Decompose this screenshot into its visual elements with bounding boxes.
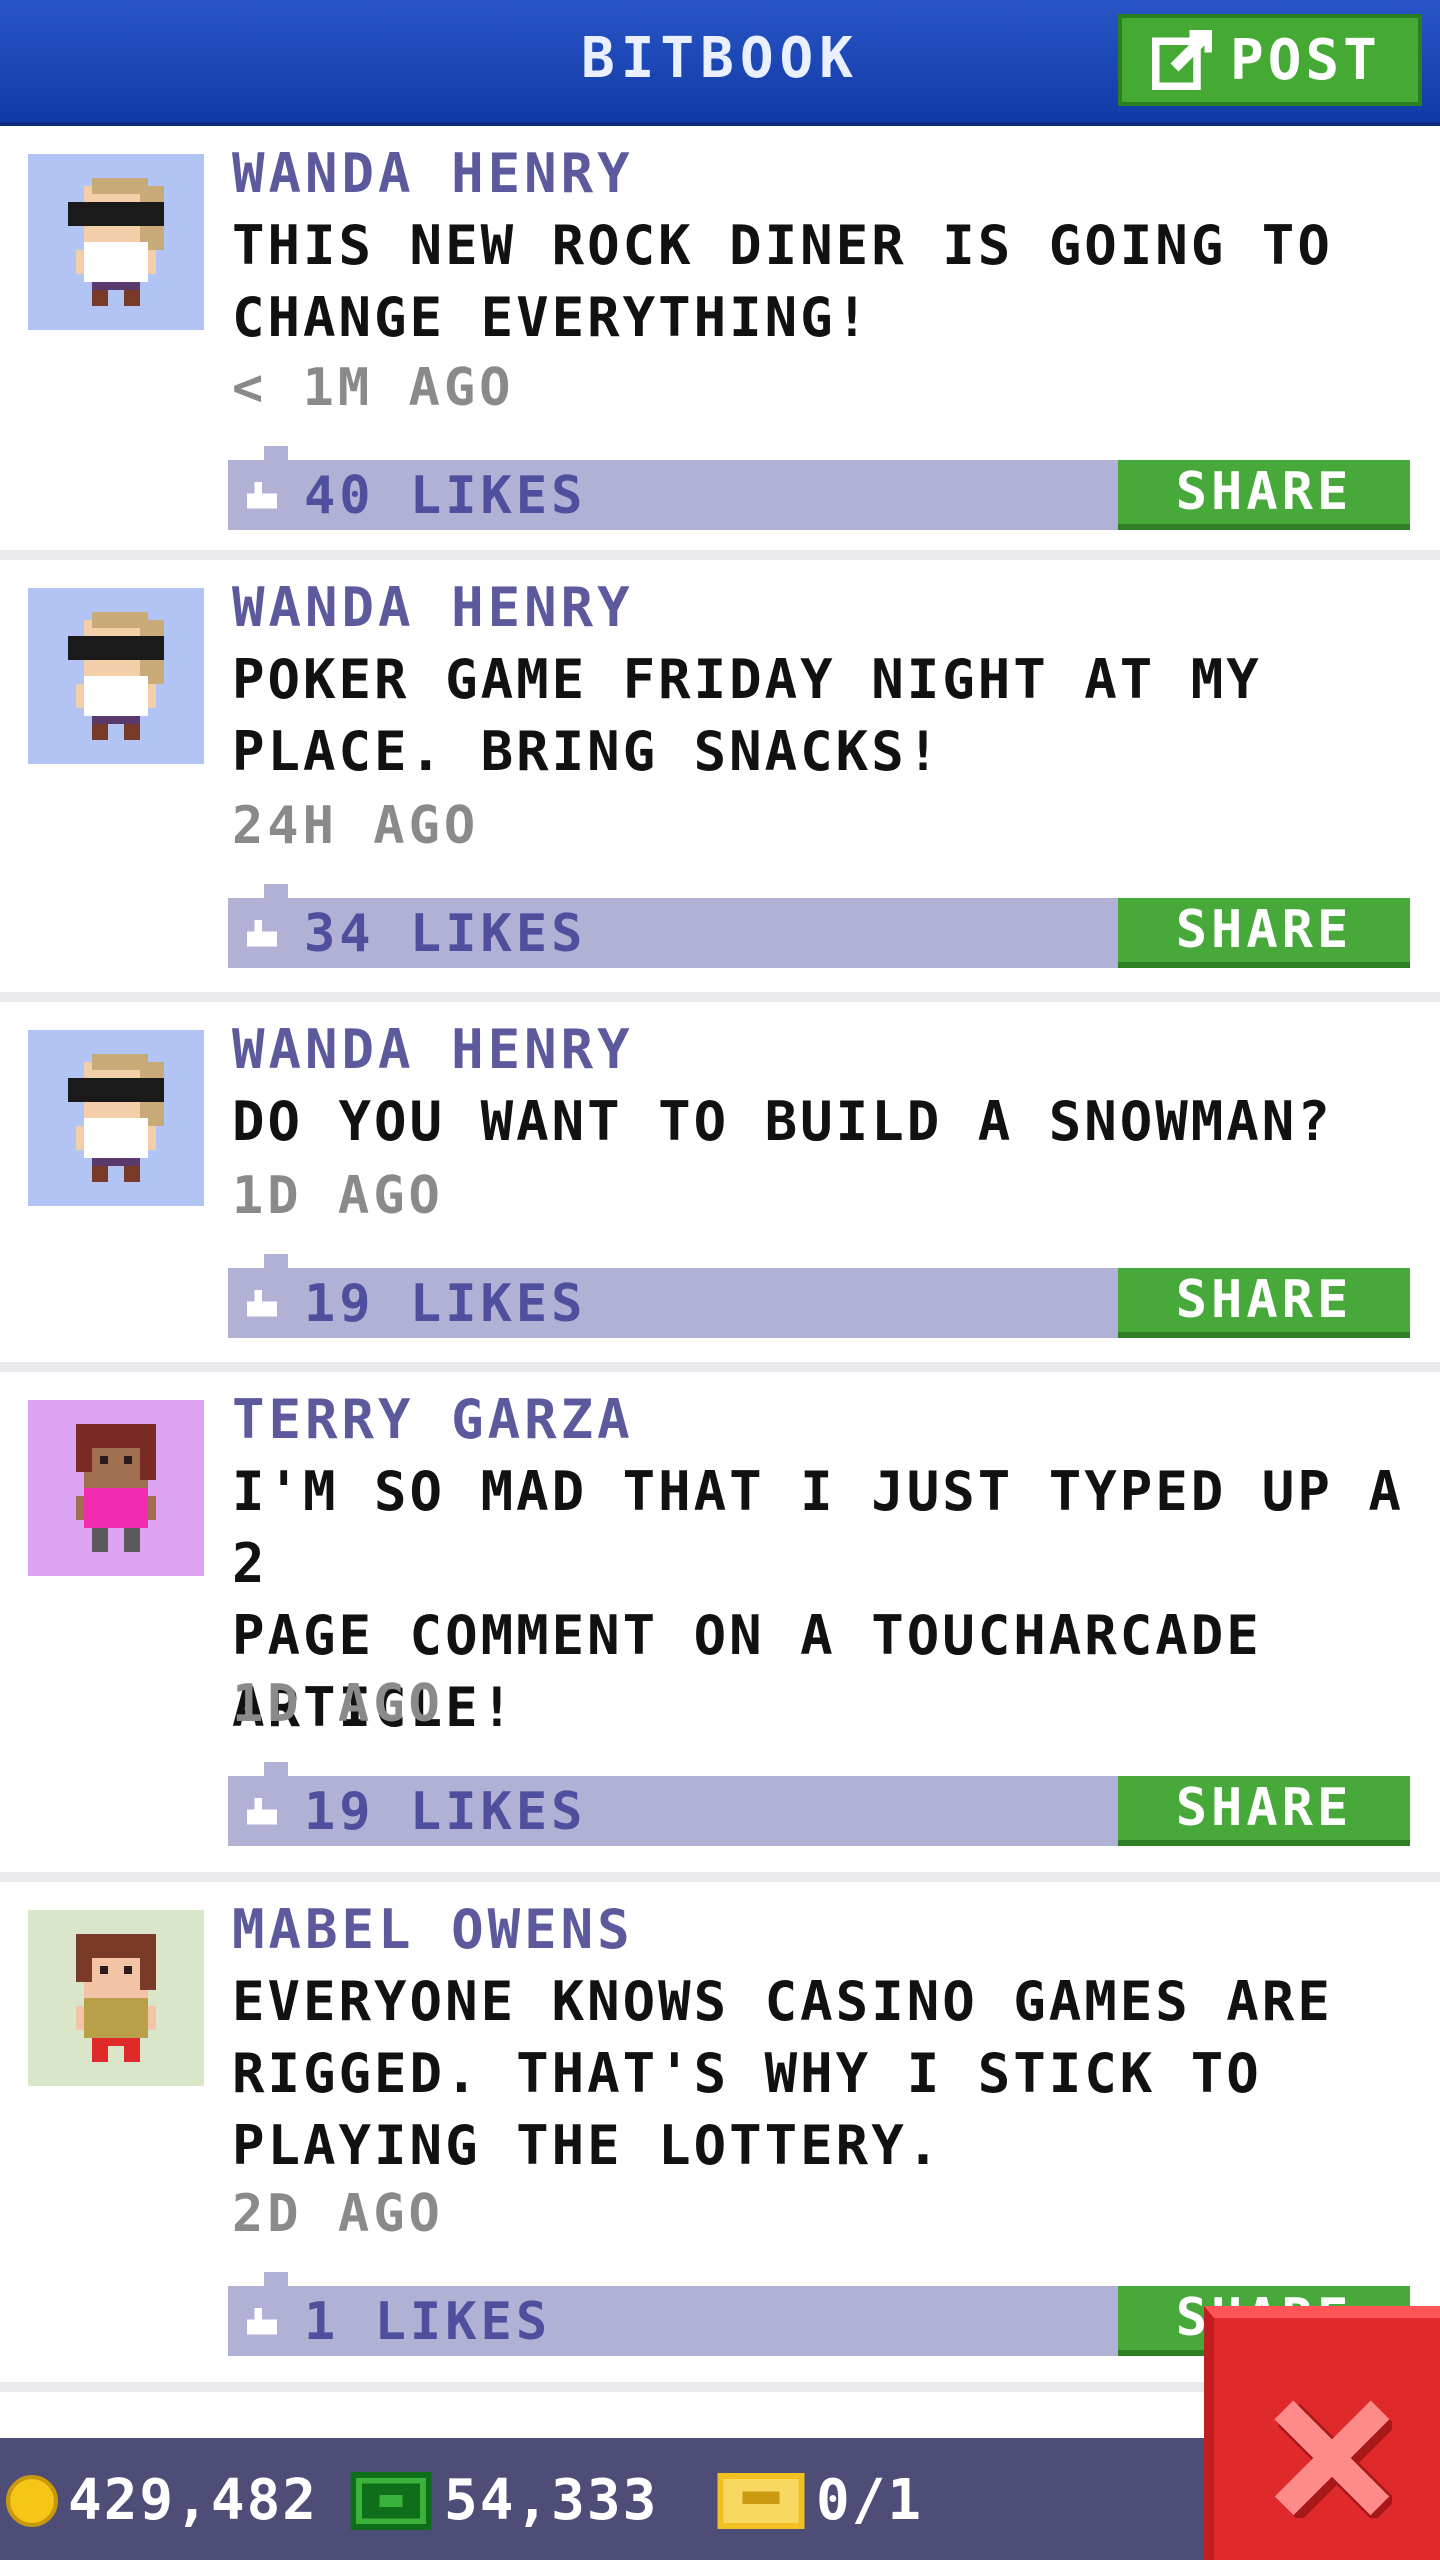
post-text: POKER GAME FRIDAY NIGHT AT MY PLACE. BRI… [232, 644, 1422, 788]
post-timestamp: < 1M AGO [232, 358, 515, 418]
post-author[interactable]: TERRY GARZA [232, 1388, 634, 1451]
post-text-line: PLACE. BRING SNACKS! [232, 720, 943, 783]
likes-bar-tab [264, 2272, 288, 2286]
post-text-line: DO YOU WANT TO BUILD A SNOWMAN? [232, 1090, 1333, 1153]
post-item: TERRY GARZA I'M SO MAD THAT I JUST TYPED… [0, 1372, 1440, 1882]
likes-bar-tab [264, 446, 288, 460]
share-button[interactable]: SHARE [1118, 1776, 1410, 1846]
wanda-avatar[interactable] [28, 154, 204, 330]
ticket-icon [717, 2472, 805, 2529]
post-text-line: POKER GAME FRIDAY NIGHT AT MY [232, 648, 1262, 711]
tickets-stat: 0/1 [716, 2468, 923, 2533]
close-button[interactable] [1204, 2306, 1440, 2560]
likes-bar-tab [264, 1254, 288, 1268]
bux-stat: 54,333 [348, 2468, 658, 2533]
post-text-line: RIGGED. THAT'S WHY I STICK TO [232, 2042, 1262, 2105]
likes-count: 40 LIKES [304, 466, 587, 526]
coins-count: 429,482 [68, 2468, 319, 2533]
post-item: WANDA HENRY THIS NEW ROCK DINER IS GOING… [0, 126, 1440, 560]
likes-bar: 34 LIKES SHARE [228, 884, 1410, 968]
post-text-line: I'M SO MAD THAT I JUST TYPED UP A 2 [232, 1460, 1404, 1595]
tickets-count: 0/1 [816, 2468, 924, 2533]
post-author[interactable]: WANDA HENRY [232, 576, 634, 639]
post-button[interactable]: POST [1118, 14, 1422, 106]
bux-icon [350, 2471, 432, 2530]
share-button[interactable]: SHARE [1118, 898, 1410, 968]
close-icon [1274, 2400, 1392, 2518]
thumbs-up-icon[interactable] [242, 920, 282, 950]
post-author[interactable]: WANDA HENRY [232, 1018, 634, 1081]
coins-stat: 429,482 [6, 2468, 318, 2533]
share-button[interactable]: SHARE [1118, 1268, 1410, 1338]
wanda-avatar[interactable] [28, 588, 204, 764]
post-timestamp: 2D AGO [232, 2184, 444, 2244]
terry-avatar[interactable] [28, 1400, 204, 1576]
post-text-line: PAGE COMMENT ON A TOUCHARCADE [232, 1604, 1262, 1667]
coin-icon [6, 2474, 58, 2527]
compose-icon [1152, 30, 1212, 90]
post-text: THIS NEW ROCK DINER IS GOING TO CHANGE E… [232, 210, 1422, 354]
likes-bar: 19 LIKES SHARE [228, 1254, 1410, 1338]
post-text-line: THIS NEW ROCK DINER IS GOING TO [232, 214, 1333, 277]
likes-count: 1 LIKES [304, 2292, 552, 2352]
likes-count: 19 LIKES [304, 1274, 587, 1334]
top-bar: BITBOOK POST [0, 0, 1440, 126]
thumbs-up-icon[interactable] [242, 1290, 282, 1320]
post-button-label: POST [1230, 27, 1381, 93]
wanda-avatar[interactable] [28, 1030, 204, 1206]
likes-count: 34 LIKES [304, 904, 587, 964]
post-timestamp: 1D AGO [232, 1674, 444, 1734]
likes-bar: 40 LIKES SHARE [228, 446, 1410, 530]
thumbs-up-icon[interactable] [242, 1798, 282, 1828]
post-text: EVERYONE KNOWS CASINO GAMES ARE RIGGED. … [232, 1966, 1422, 2182]
post-text-line: EVERYONE KNOWS CASINO GAMES ARE [232, 1970, 1333, 2033]
bux-count: 54,333 [444, 2468, 659, 2533]
post-timestamp: 1D AGO [232, 1166, 444, 1226]
likes-bar-tab [264, 1762, 288, 1776]
likes-count: 19 LIKES [304, 1782, 587, 1842]
mabel-avatar[interactable] [28, 1910, 204, 2086]
post-text: DO YOU WANT TO BUILD A SNOWMAN? [232, 1086, 1422, 1158]
thumbs-up-icon[interactable] [242, 482, 282, 512]
post-text-line: PLAYING THE LOTTERY. [232, 2114, 943, 2177]
likes-bar: 19 LIKES SHARE [228, 1762, 1410, 1846]
post-text-line: CHANGE EVERYTHING! [232, 286, 872, 349]
post-timestamp: 24H AGO [232, 796, 480, 856]
post-author[interactable]: MABEL OWENS [232, 1898, 634, 1961]
post-item: WANDA HENRY DO YOU WANT TO BUILD A SNOWM… [0, 1002, 1440, 1372]
likes-bar-tab [264, 884, 288, 898]
thumbs-up-icon[interactable] [242, 2308, 282, 2338]
post-item: WANDA HENRY POKER GAME FRIDAY NIGHT AT M… [0, 560, 1440, 1002]
post-author[interactable]: WANDA HENRY [232, 142, 634, 205]
share-button[interactable]: SHARE [1118, 460, 1410, 530]
